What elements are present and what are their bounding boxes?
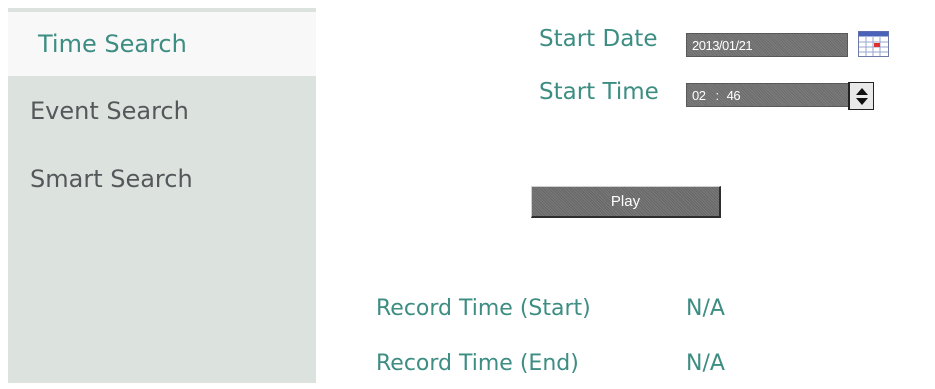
- start-time-minute[interactable]: 46: [727, 88, 741, 103]
- record-time-end-label: Record Time (End): [376, 351, 579, 376]
- record-time-start-value: N/A: [686, 296, 725, 321]
- spin-up-icon[interactable]: [855, 87, 868, 95]
- sidebar-item-event-search[interactable]: Event Search: [8, 79, 316, 143]
- sidebar-item-smart-search[interactable]: Smart Search: [8, 147, 316, 211]
- play-button[interactable]: Play: [531, 186, 721, 218]
- sidebar-item-label: Event Search: [30, 97, 189, 125]
- play-button-label: Play: [610, 193, 641, 210]
- record-time-start-label: Record Time (Start): [376, 296, 591, 321]
- start-time-separator: :: [715, 87, 719, 103]
- start-date-value: 2013/01/21: [692, 37, 753, 53]
- sidebar-item-time-search[interactable]: Time Search: [8, 12, 316, 76]
- record-time-end-value: N/A: [686, 351, 725, 376]
- sidebar: Time Search Event Search Smart Search: [8, 8, 316, 383]
- start-date-field[interactable]: 2013/01/21: [686, 33, 848, 57]
- sidebar-item-label: Smart Search: [30, 165, 193, 193]
- time-spinner[interactable]: [848, 82, 874, 110]
- spin-down-icon[interactable]: [855, 97, 868, 105]
- sidebar-item-label: Time Search: [38, 30, 187, 58]
- start-time-field[interactable]: 02 : 46: [686, 83, 849, 107]
- start-date-label: Start Date: [539, 26, 658, 52]
- start-time-hour[interactable]: 02: [692, 88, 706, 103]
- start-time-label: Start Time: [539, 79, 659, 105]
- calendar-icon[interactable]: [858, 31, 889, 57]
